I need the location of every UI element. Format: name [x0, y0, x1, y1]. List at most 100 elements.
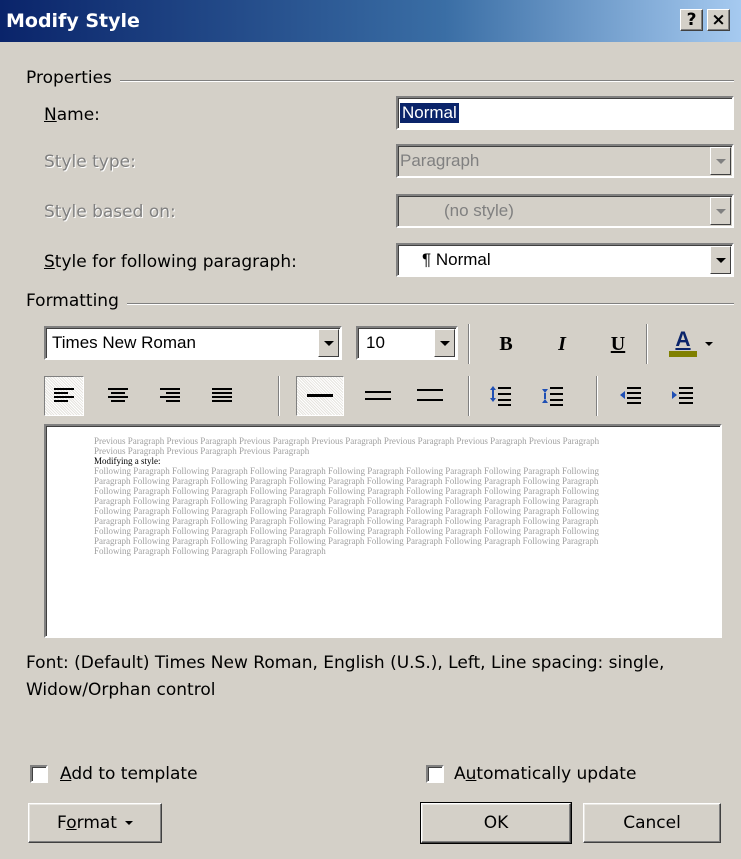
name-label: Name:: [44, 105, 100, 125]
help-button[interactable]: ?: [680, 9, 703, 31]
double-spacing-button[interactable]: [408, 376, 452, 416]
following-paragraph-label: Style for following paragraph:: [44, 252, 297, 272]
font-size-dropdown-button[interactable]: [434, 329, 455, 357]
increase-indent-button[interactable]: [662, 376, 702, 416]
format-label: Format: [57, 813, 117, 833]
style-based-on-label: Style based on:: [44, 202, 176, 222]
style-type-select: Paragraph: [396, 144, 734, 178]
help-icon: ?: [686, 9, 697, 30]
style-based-on-select: (no style): [396, 194, 734, 228]
auto-update-mnemonic: u: [465, 764, 477, 784]
space-before-decrease-button[interactable]: [532, 376, 572, 416]
preview-modifying-text: Modifying a style:: [94, 456, 161, 466]
close-button[interactable]: ×: [707, 9, 730, 31]
style-type-label: Style type:: [44, 152, 136, 172]
one-half-spacing-icon: [365, 391, 391, 400]
decrease-indent-button[interactable]: [610, 376, 650, 416]
title-bar: Modify Style ? ×: [0, 0, 741, 42]
ok-button[interactable]: OK: [420, 802, 572, 844]
name-label-mnemonic: N: [44, 105, 57, 125]
style-type-value: Paragraph: [400, 151, 480, 170]
toolbar-separator: [468, 324, 470, 364]
add-to-template-mnemonic: A: [60, 764, 72, 784]
one-half-spacing-button[interactable]: [356, 376, 400, 416]
single-spacing-icon: [307, 394, 333, 397]
following-paragraph-dropdown-button[interactable]: [710, 246, 731, 274]
style-description: Font: (Default) Times New Roman, English…: [26, 653, 665, 700]
font-name-select[interactable]: Times New Roman: [44, 326, 342, 360]
preview-previous-paragraph: Previous Paragraph Previous Paragraph Pr…: [94, 436, 600, 456]
increase-indent-icon: [672, 387, 693, 404]
automatically-update-checkbox[interactable]: [426, 765, 444, 783]
space-before-increase-button[interactable]: [480, 376, 520, 416]
italic-icon: I: [558, 332, 566, 355]
underline-button[interactable]: U: [598, 325, 638, 363]
ok-label: OK: [483, 813, 509, 833]
following-paragraph-value: ¶ Normal: [422, 250, 491, 269]
formatting-group-line: [26, 303, 734, 305]
style-type-dropdown-button: [710, 147, 731, 175]
align-right-icon: [160, 388, 180, 402]
chevron-down-icon: [715, 208, 726, 214]
style-based-on-dropdown-button: [710, 197, 731, 225]
formatting-group-label: Formatting: [26, 291, 127, 311]
properties-group-line: [26, 80, 734, 82]
chevron-down-icon: [715, 257, 726, 263]
justify-icon: [212, 388, 232, 402]
add-to-template-checkbox[interactable]: [30, 765, 48, 783]
font-name-value: Times New Roman: [52, 333, 196, 352]
toolbar-separator: [646, 324, 648, 364]
decrease-indent-icon: [620, 387, 641, 404]
font-color-letter: A: [675, 328, 691, 351]
font-color-button[interactable]: A: [656, 325, 726, 363]
underline-icon: U: [610, 332, 626, 355]
preview-content: Previous Paragraph Previous Paragraph Pr…: [94, 436, 614, 556]
font-color-swatch: [669, 351, 697, 357]
chevron-down-icon: [439, 340, 450, 346]
space-after-icon: [542, 387, 563, 406]
style-based-on-value: (no style): [444, 201, 514, 220]
align-left-button[interactable]: [44, 376, 84, 416]
chevron-down-icon: [705, 342, 713, 346]
auto-update-prefix: A: [454, 764, 466, 784]
auto-update-rest: tomatically update: [476, 764, 637, 784]
following-label-mnemonic: S: [44, 252, 55, 272]
name-label-rest: ame:: [56, 105, 100, 125]
bold-button[interactable]: B: [486, 325, 526, 363]
properties-group-label: Properties: [26, 68, 120, 88]
bold-icon: B: [499, 332, 513, 355]
font-color-icon: A: [669, 328, 697, 357]
align-left-icon: [54, 388, 74, 402]
dialog-title: Modify Style: [6, 10, 140, 32]
toolbar-separator: [596, 376, 598, 416]
font-size-select[interactable]: 10: [356, 326, 458, 360]
chevron-down-icon: [323, 340, 334, 346]
toolbar-separator: [468, 376, 470, 416]
font-size-value: 10: [366, 333, 385, 352]
cancel-button[interactable]: Cancel: [583, 803, 721, 843]
name-field[interactable]: Normal: [396, 96, 734, 130]
toolbar-separator: [278, 376, 280, 416]
cancel-label: Cancel: [623, 813, 681, 833]
add-to-template-rest: dd to template: [71, 764, 198, 784]
font-name-dropdown-button[interactable]: [318, 329, 339, 357]
italic-button[interactable]: I: [542, 325, 582, 363]
align-right-button[interactable]: [150, 376, 190, 416]
align-center-button[interactable]: [98, 376, 138, 416]
double-spacing-icon: [417, 389, 443, 401]
following-paragraph-select[interactable]: ¶ Normal: [396, 243, 734, 277]
preview-following-paragraph: Following Paragraph Following Paragraph …: [94, 466, 599, 556]
name-field-value: Normal: [400, 103, 459, 123]
chevron-down-icon: [715, 158, 726, 164]
close-icon: ×: [711, 9, 726, 30]
justify-button[interactable]: [202, 376, 242, 416]
format-button[interactable]: Format: [28, 803, 162, 843]
add-to-template-label[interactable]: Add to template: [60, 764, 198, 784]
style-preview: Previous Paragraph Previous Paragraph Pr…: [44, 424, 722, 638]
space-before-icon: [490, 386, 511, 406]
chevron-down-icon: [124, 821, 133, 825]
automatically-update-label[interactable]: Automatically update: [454, 764, 636, 784]
single-spacing-button[interactable]: [296, 376, 344, 416]
align-center-icon: [108, 388, 128, 402]
modify-style-dialog: Modify Style ? × Properties Name: Normal…: [0, 0, 741, 859]
